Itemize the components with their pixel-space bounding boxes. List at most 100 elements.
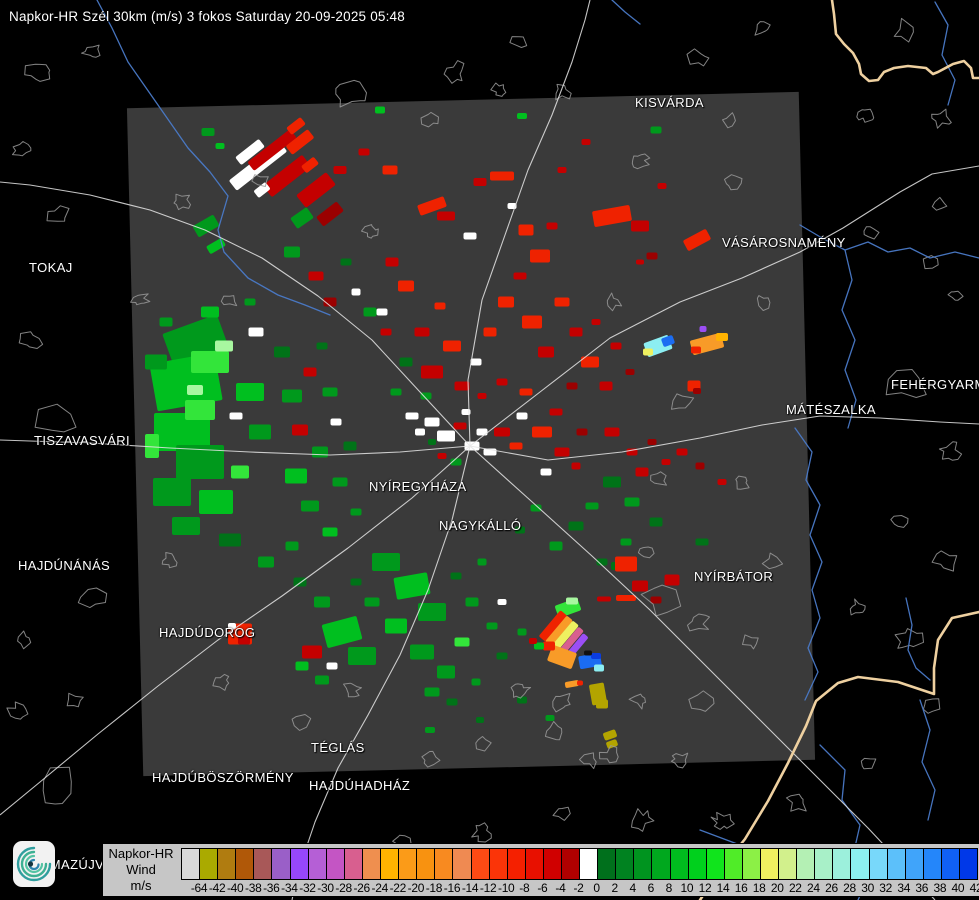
radar-echo xyxy=(497,599,507,605)
settlement-outline xyxy=(849,598,866,616)
radar-echo xyxy=(390,388,402,396)
legend-tick: -18 xyxy=(425,881,443,895)
settlement-outline xyxy=(18,331,44,349)
legend-tick: 6 xyxy=(647,881,655,895)
radar-echo xyxy=(543,641,555,651)
settlement-outline xyxy=(490,82,507,97)
legend-tick: -8 xyxy=(519,881,530,895)
radar-echo xyxy=(532,426,552,438)
legend-color-box xyxy=(797,849,816,879)
legend-tick: 32 xyxy=(879,881,893,895)
radar-echo xyxy=(554,297,570,307)
radar-echo xyxy=(292,424,308,436)
city-label-nagykallo: NAGYKÁLLÓ xyxy=(439,518,522,533)
radar-echo xyxy=(498,296,514,308)
settlement-outline xyxy=(754,21,771,36)
radar-echo xyxy=(494,427,510,437)
legend-tick: -4 xyxy=(555,881,566,895)
radar-echo xyxy=(376,308,388,316)
legend-color-box xyxy=(960,849,978,879)
settlement-outline xyxy=(6,701,29,720)
radar-echo xyxy=(554,447,570,457)
legend-tick: -38 xyxy=(245,881,262,895)
legend-color-box xyxy=(218,849,237,879)
settlement-outline xyxy=(860,757,877,770)
radar-echo xyxy=(385,618,407,634)
radar-echo xyxy=(322,387,338,397)
radar-echo xyxy=(585,502,599,510)
legend-color-box xyxy=(399,849,418,879)
legend-color-box xyxy=(851,849,870,879)
radar-echo xyxy=(649,517,663,527)
radar-echo xyxy=(661,459,671,465)
legend-color-bar xyxy=(181,848,978,880)
radar-echo xyxy=(549,408,563,416)
country-border xyxy=(830,0,979,83)
legend-tick: 16 xyxy=(734,881,748,895)
radar-echo xyxy=(650,596,662,604)
radar-echo xyxy=(509,442,523,450)
legend-tick: 38 xyxy=(933,881,947,895)
radar-echo xyxy=(643,348,653,356)
spiral-radar-logo[interactable] xyxy=(13,841,55,887)
radar-echo xyxy=(236,383,264,401)
radar-echo xyxy=(358,148,370,156)
radar-echo xyxy=(326,662,338,670)
radar-map-canvas xyxy=(0,0,979,900)
legend-tick-labels: -64 -42 -40 -38 -36 -34 -32 -30 -28 -26 -24 -22 -20-… xyxy=(181,881,979,897)
radar-echo xyxy=(382,165,398,175)
legend-tick: 20 xyxy=(770,881,784,895)
radar-echo xyxy=(348,647,376,665)
radar-echo xyxy=(215,143,225,149)
settlement-outline xyxy=(42,766,72,805)
radar-echo xyxy=(470,358,482,366)
settlement-outline xyxy=(710,811,735,830)
legend-tick: 42 xyxy=(969,881,979,895)
radar-echo xyxy=(284,246,300,258)
radar-echo xyxy=(576,428,588,436)
legend-color-box xyxy=(779,849,798,879)
legend-color-box xyxy=(471,849,490,879)
city-label-hajduboszormeny: HAJDÚBÖSZÖRMÉNY xyxy=(152,770,294,785)
legend-color-box xyxy=(869,849,888,879)
city-label-fehergyarmat: FEHÉRGYARMAT xyxy=(891,377,979,392)
legend-color-box xyxy=(670,849,689,879)
settlement-outline xyxy=(938,441,963,461)
legend-tick: 36 xyxy=(915,881,929,895)
radar-echo xyxy=(519,388,533,396)
radar-echo xyxy=(415,428,425,436)
city-label-hajdunanas: HAJDÚNÁNÁS xyxy=(18,558,111,573)
legend-tick: 22 xyxy=(788,881,802,895)
city-label-tiszavasvari: TISZAVASVÁRI xyxy=(34,433,131,448)
radar-echo xyxy=(145,434,159,458)
legend-color-box xyxy=(254,849,273,879)
radar-echo xyxy=(350,578,362,586)
settlement-outline xyxy=(893,17,914,43)
legend-title-line2: Wind xyxy=(126,862,156,877)
radar-echo xyxy=(443,340,461,352)
radar-echo xyxy=(231,465,249,479)
legend-tick: 40 xyxy=(951,881,965,895)
radar-echo xyxy=(363,307,377,317)
radar-echo xyxy=(716,333,728,341)
legend-tick: -12 xyxy=(479,881,497,895)
legend-tick: 24 xyxy=(807,881,820,895)
legend-color-box xyxy=(453,849,472,879)
legend-tick: 2 xyxy=(611,881,618,895)
radar-echo xyxy=(664,574,680,586)
radar-echo xyxy=(465,597,479,607)
radar-echo xyxy=(518,224,534,236)
radar-echo xyxy=(691,346,701,354)
radar-echo xyxy=(717,479,727,485)
radar-echo xyxy=(516,412,528,420)
settlement-outline xyxy=(81,44,101,58)
legend-color-box xyxy=(815,849,834,879)
radar-echo xyxy=(650,126,662,134)
radar-echo xyxy=(647,439,657,445)
radar-echo xyxy=(596,699,608,709)
legend-tick: 30 xyxy=(861,881,874,895)
legend-color-box xyxy=(200,849,219,879)
legend-color-box xyxy=(525,849,544,879)
legend-tick: -10 xyxy=(497,881,515,895)
radar-echo xyxy=(434,302,446,310)
